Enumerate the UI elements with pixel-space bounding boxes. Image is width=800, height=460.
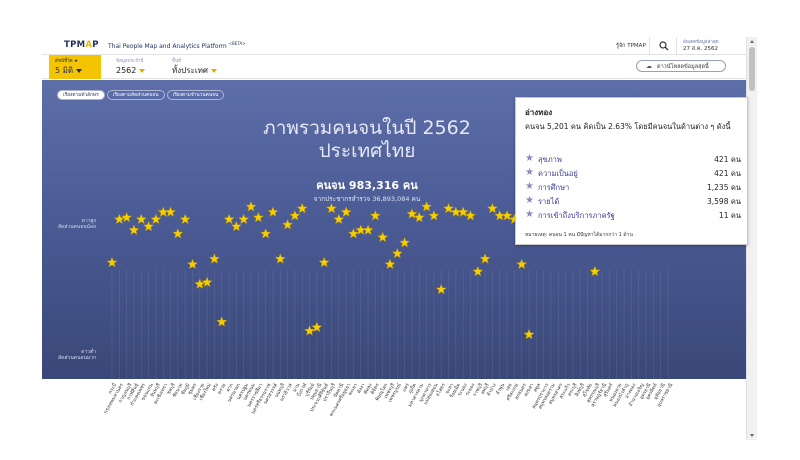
province-star[interactable] <box>142 220 155 232</box>
download-data-button[interactable]: ☁ ดาวน์โหลดข้อมูลสุดนี้ <box>636 60 726 72</box>
province-star[interactable] <box>391 247 403 259</box>
last-updated: อัพเดตข้อมูลล่าสุด 27 ส.ค. 2562 <box>683 40 719 52</box>
sort-tab-poverty-count[interactable]: เรียงตามจำนวนคนจน <box>166 90 225 100</box>
overview-title: ภาพรวมคนจนในปี 2562 ประเทศไทย <box>263 117 471 162</box>
survey-total: จากประชากรสำรวจ 36,893,084 คน <box>313 195 421 203</box>
province-star[interactable] <box>318 256 330 268</box>
province-star[interactable] <box>135 213 147 225</box>
province-star[interactable] <box>413 211 425 223</box>
chevron-down-icon <box>210 68 217 73</box>
filter-bar: ดัชนีชี้วัด ★ 5 มิติ ข้อมูลประจำปี 2562 … <box>42 55 746 79</box>
about-link[interactable]: รู้จัก TPMAP <box>616 42 646 50</box>
province-star[interactable] <box>384 258 396 270</box>
tooltip-note: หมายเหตุ: คนจน 1 คน มีปัญหาได้มากกว่า 1 … <box>525 232 633 238</box>
province-star[interactable] <box>464 209 477 221</box>
top-navbar: TPMAP Thai People Map and Analytics Plat… <box>42 37 746 55</box>
province-star[interactable] <box>428 209 440 221</box>
app-title: Thai People Map and Analytics Platform <… <box>108 41 246 50</box>
tooltip-description: คนจน 5,201 คน คิดเป็น 2.63% โดยมีคนจนในด… <box>525 122 731 131</box>
tooltip-row: ★ ความเป็นอยู่ 421 คน <box>525 167 741 178</box>
cloud-download-icon: ☁ <box>646 63 652 70</box>
province-tooltip: อ่างทอง คนจน 5,201 คน คิดเป็น 2.63% โดยม… <box>515 97 748 245</box>
star-icon: ★ <box>525 153 534 164</box>
chevron-down-icon <box>139 68 146 73</box>
axis-label-high: ดาวสูง สัดส่วนคนจนน้อย <box>57 218 96 230</box>
sort-tab-poverty-ratio[interactable]: เรียงตามสัดส่วนคนจน <box>106 90 165 100</box>
province-star[interactable] <box>121 211 133 223</box>
province-labels: กระบี่ กรุงเทพมหานคร กาญจนบุรี กาฬสินธุ์ กำแ… <box>42 380 746 440</box>
province-star[interactable] <box>113 213 125 225</box>
province-star[interactable] <box>333 213 345 225</box>
sort-tabs: เรียงตามตัวอักษร เรียงตามสัดส่วนคนจน เรี… <box>57 90 226 100</box>
chevron-down-icon <box>76 68 83 73</box>
star-icon: ★ <box>525 195 534 206</box>
province-star[interactable] <box>377 231 389 243</box>
star-icon: ★ <box>525 181 534 192</box>
star-icon: ★ <box>525 167 534 178</box>
province-star[interactable] <box>281 218 294 230</box>
province-star[interactable] <box>172 227 184 239</box>
province-star[interactable] <box>106 256 118 268</box>
tooltip-row: ★ การศึกษา 1,235 คน <box>525 181 741 192</box>
province-star[interactable] <box>347 227 360 239</box>
province-star[interactable] <box>516 258 528 270</box>
province-star[interactable] <box>369 209 381 221</box>
province-star[interactable] <box>230 220 242 232</box>
province-star[interactable] <box>399 236 411 248</box>
tooltip-province-name: อ่างทอง <box>525 108 553 117</box>
province-star[interactable] <box>260 227 272 239</box>
tpmap-logo[interactable]: TPMAP <box>64 40 99 50</box>
province-star[interactable] <box>223 213 235 225</box>
tooltip-row: ★ การเข้าถึงบริการภาครัฐ 11 คน <box>525 209 741 220</box>
star-icon: ★ <box>525 209 534 220</box>
poor-count: คนจน 983,316 คน <box>316 179 418 192</box>
province-star[interactable] <box>128 224 140 235</box>
province-star[interactable] <box>486 202 499 214</box>
year-selector[interactable]: ข้อมูลประจำปี 2562 <box>110 55 160 79</box>
province-star[interactable] <box>274 253 286 264</box>
scroll-thumb[interactable] <box>749 47 755 91</box>
tooltip-row: ★ สุขภาพ 421 คน <box>525 153 741 164</box>
province-star[interactable] <box>186 258 199 270</box>
search-icon <box>659 41 669 51</box>
province-star[interactable] <box>340 206 352 217</box>
tooltip-row: ★ รายได้ 3,598 คน <box>525 195 741 206</box>
province-star[interactable] <box>325 202 338 214</box>
scroll-up-arrow[interactable] <box>750 40 754 43</box>
search-button[interactable] <box>649 37 677 55</box>
province-star[interactable] <box>238 213 250 225</box>
province-star[interactable] <box>164 206 177 217</box>
dimension-selector[interactable]: ดัชนีชี้วัด ★ 5 มิติ <box>49 55 101 79</box>
province-star[interactable] <box>289 209 301 221</box>
province-star[interactable] <box>252 211 264 223</box>
sort-tab-alphabetical[interactable]: เรียงตามตัวอักษร <box>57 90 105 100</box>
province-star[interactable] <box>179 213 191 225</box>
province-star[interactable] <box>208 253 221 264</box>
axis-label-low: ดาวต่ำ สัดส่วนคนจนมาก <box>58 349 96 361</box>
tooltip-dimension-list: ★ สุขภาพ 421 คน ★ ความเป็นอยู่ 421 คน ★ การศึ… <box>525 153 741 223</box>
province-star[interactable] <box>296 202 308 214</box>
province-star[interactable] <box>479 253 491 264</box>
province-star[interactable] <box>267 206 279 217</box>
scroll-down-arrow[interactable] <box>750 434 754 437</box>
area-selector[interactable]: พื้นที่ ทั้งประเทศ <box>166 55 236 79</box>
province-star[interactable] <box>362 224 374 235</box>
province-star[interactable] <box>150 213 162 225</box>
